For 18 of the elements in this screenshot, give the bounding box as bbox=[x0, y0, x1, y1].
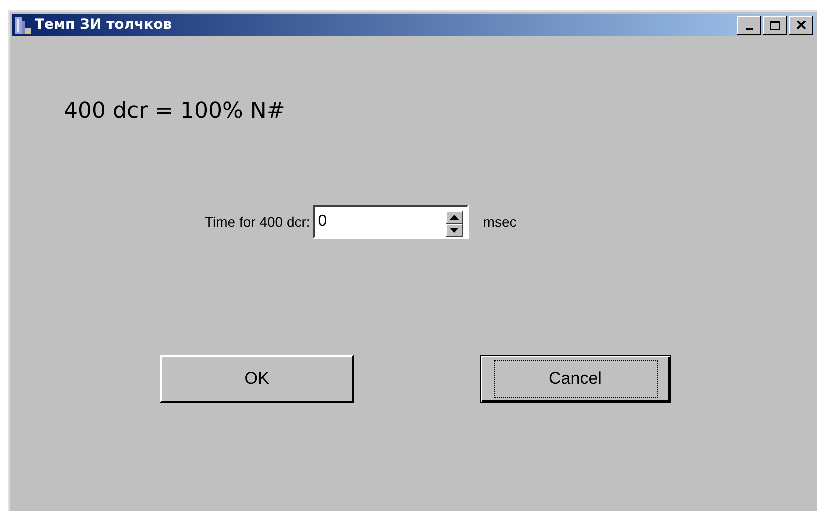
minimize-icon bbox=[746, 28, 752, 30]
time-input-field[interactable]: 0 bbox=[313, 205, 470, 239]
spin-down-button[interactable] bbox=[446, 224, 464, 237]
up-arrow-icon bbox=[450, 215, 460, 220]
maximize-icon bbox=[770, 20, 780, 30]
heading-text: 400 dcr = 100% N# bbox=[64, 99, 286, 124]
close-button[interactable] bbox=[789, 16, 813, 34]
spin-up-button[interactable] bbox=[446, 211, 464, 224]
building-icon bbox=[14, 16, 32, 34]
minimize-button[interactable] bbox=[737, 16, 761, 34]
dialog-button[interactable]: OK bbox=[160, 355, 354, 403]
down-arrow-icon bbox=[450, 228, 460, 233]
dialog-button[interactable]: Cancel bbox=[480, 355, 671, 403]
unit-label: msec bbox=[483, 214, 517, 230]
time-label: Time for 400 dcr: bbox=[205, 214, 310, 230]
maximize-button[interactable] bbox=[763, 16, 787, 34]
window-title: Темп ЗИ толчков bbox=[35, 17, 172, 33]
close-icon bbox=[796, 21, 806, 29]
